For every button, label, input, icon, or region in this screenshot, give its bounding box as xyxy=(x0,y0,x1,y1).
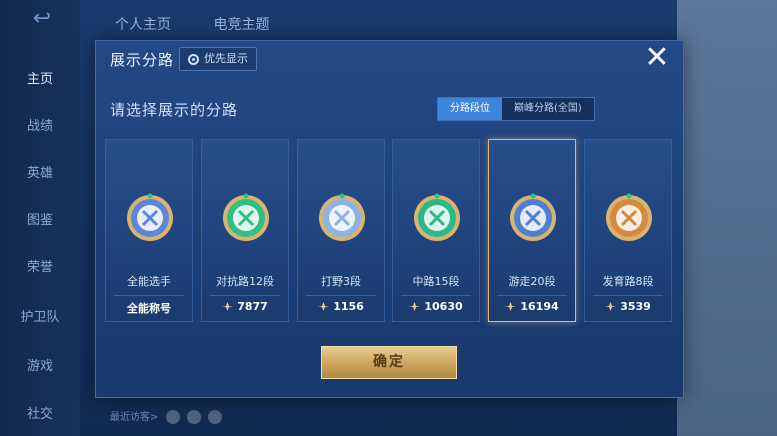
lane-score: 1156 xyxy=(298,300,384,313)
nav-gallery[interactable]: 图鉴 xyxy=(0,209,80,228)
lane-card[interactable]: 中路15段 10630 xyxy=(392,139,480,322)
lane-card[interactable]: 打野3段 1156 xyxy=(297,139,385,322)
divider xyxy=(114,295,184,296)
lane-badge-icon xyxy=(127,193,173,241)
lane-score: 16194 xyxy=(489,300,575,313)
close-button[interactable]: ✕ xyxy=(641,43,673,75)
visitor-avatar[interactable] xyxy=(186,410,201,424)
lane-card[interactable]: 对抗路12段 7877 xyxy=(201,139,289,322)
score-icon xyxy=(605,302,617,311)
lane-name: 打野3段 xyxy=(321,275,361,288)
gear-icon xyxy=(188,53,199,65)
lane-name: 对抗路12段 xyxy=(216,275,274,288)
tab-esports[interactable]: 电竞主题 xyxy=(213,17,269,33)
background-art xyxy=(677,0,777,436)
lane-card[interactable]: 全能选手 全能称号 xyxy=(105,139,193,322)
nav-honor[interactable]: 荣誉 xyxy=(0,256,80,275)
divider xyxy=(497,295,567,296)
lane-name: 中路15段 xyxy=(412,275,460,288)
lane-card[interactable]: 游走20段 16194 xyxy=(488,139,576,322)
lane-badge-icon xyxy=(510,193,556,241)
rank-type-toggle: 分路段位 巅峰分路(全国) xyxy=(437,97,595,121)
lane-badge-icon xyxy=(319,193,365,241)
nav-social[interactable]: 社交 xyxy=(0,403,80,422)
score-icon xyxy=(505,302,517,311)
lane-name: 全能选手 xyxy=(127,275,171,288)
divider xyxy=(401,295,471,296)
lane-score: 7877 xyxy=(202,300,288,313)
modal-title: 展示分路 xyxy=(110,51,175,69)
nav-guard[interactable]: 护卫队 xyxy=(0,306,80,325)
lane-card[interactable]: 发育路8段 3539 xyxy=(584,139,672,322)
recent-visitors[interactable]: 最近访客> xyxy=(110,408,222,424)
nav-home[interactable]: 主页 xyxy=(0,68,80,87)
lane-score: 3539 xyxy=(585,300,671,313)
priority-display-button[interactable]: 优先显示 xyxy=(179,47,257,71)
back-arrow-icon[interactable]: ↩ xyxy=(22,8,62,30)
nav-heroes[interactable]: 英雄 xyxy=(0,162,80,181)
tab-peak-lane[interactable]: 巅峰分路(全国) xyxy=(502,98,594,120)
tab-lane-rank[interactable]: 分路段位 xyxy=(438,98,502,120)
nav-games[interactable]: 游戏 xyxy=(0,355,80,374)
lane-name: 游走20段 xyxy=(508,275,556,288)
lane-badge-icon xyxy=(606,193,652,241)
divider xyxy=(306,295,376,296)
tab-profile[interactable]: 个人主页 xyxy=(115,17,171,33)
visitor-avatar[interactable] xyxy=(165,410,180,424)
divider xyxy=(210,295,280,296)
score-icon xyxy=(318,302,330,311)
lane-badge-icon xyxy=(414,193,460,241)
score-icon xyxy=(409,302,421,311)
lane-badge-icon xyxy=(223,193,269,241)
lane-score: 10630 xyxy=(393,300,479,313)
nav-record[interactable]: 战绩 xyxy=(0,115,80,134)
modal-subtitle: 请选择展示的分路 xyxy=(110,101,239,119)
lane-name: 发育路8段 xyxy=(602,275,654,288)
lane-display-modal: 展示分路 优先显示 ✕ 请选择展示的分路 分路段位 巅峰分路(全国) 全能选手全… xyxy=(95,40,684,398)
lane-score: 全能称号 xyxy=(127,302,171,315)
divider xyxy=(593,295,663,296)
score-icon xyxy=(222,302,234,311)
confirm-button[interactable]: 确定 xyxy=(321,346,457,379)
top-tabs: 个人主页 电竞主题 xyxy=(115,14,307,34)
visitor-avatar[interactable] xyxy=(207,410,222,424)
